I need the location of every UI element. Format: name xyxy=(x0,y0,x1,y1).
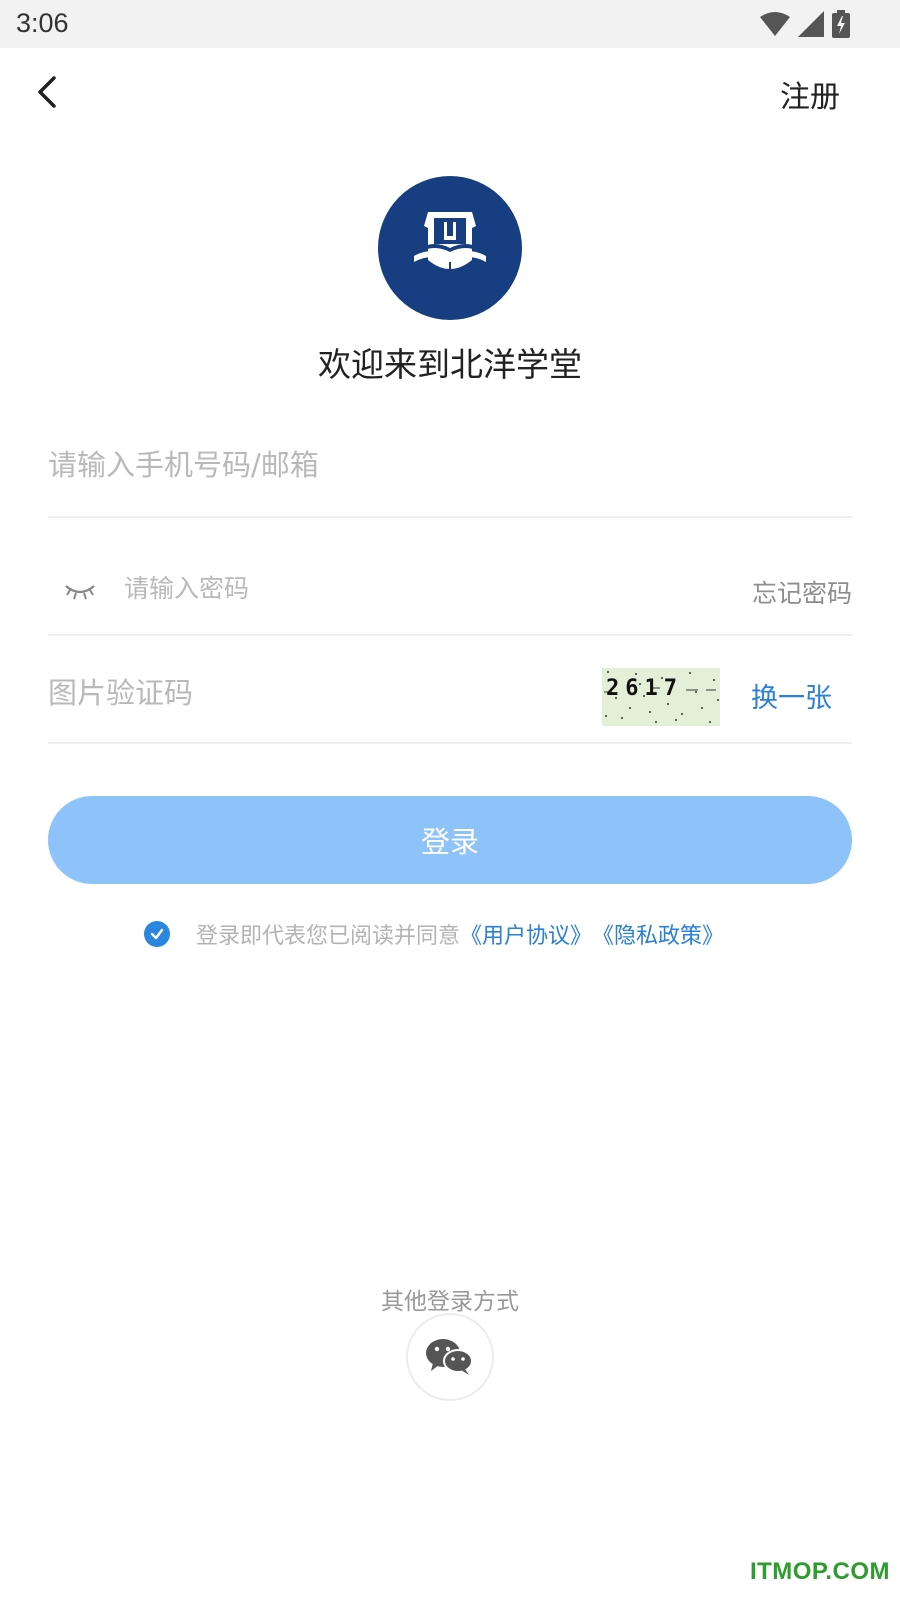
wifi-icon xyxy=(760,12,790,36)
password-input[interactable] xyxy=(124,566,644,610)
status-icons xyxy=(760,9,850,39)
welcome-title: 欢迎来到北洋学堂 xyxy=(318,345,582,384)
school-shield-book-logo xyxy=(414,212,486,278)
chevron-left-icon xyxy=(38,76,56,108)
eye-closed-icon[interactable] xyxy=(64,578,96,600)
phone-email-input[interactable] xyxy=(48,440,852,490)
check-icon xyxy=(150,928,164,940)
app-logo xyxy=(378,176,522,320)
refresh-captcha-link[interactable]: 换一张 xyxy=(751,676,832,715)
captcha-field: 2617 换一张 xyxy=(48,646,852,744)
agreement-checkbox[interactable] xyxy=(144,921,170,947)
password-field: 忘记密码 xyxy=(48,556,852,636)
forgot-password-link[interactable]: 忘记密码 xyxy=(752,574,852,610)
watermark: ITMOP.COM xyxy=(749,1558,890,1585)
login-button[interactable]: 登录 xyxy=(48,796,852,884)
captcha-code: 2617 xyxy=(606,676,683,701)
privacy-policy-link[interactable]: 《隐私政策》 xyxy=(592,918,724,950)
status-bar: 3:06 xyxy=(0,0,900,48)
agreement-row: 登录即代表您已阅读并同意 《用户协议》 《隐私政策》 xyxy=(144,918,724,950)
captcha-image[interactable]: 2617 xyxy=(602,668,720,726)
cell-signal-icon xyxy=(798,11,824,37)
register-link[interactable]: 注册 xyxy=(780,72,840,116)
phone-email-field xyxy=(48,430,852,518)
wechat-icon xyxy=(426,1339,473,1375)
agreement-text: 登录即代表您已阅读并同意 xyxy=(196,924,461,949)
user-agreement-link[interactable]: 《用户协议》 xyxy=(460,918,592,950)
other-login-label: 其他登录方式 xyxy=(381,1289,519,1315)
wechat-login-button[interactable] xyxy=(406,1313,494,1401)
battery-charging-icon xyxy=(832,10,850,38)
captcha-input[interactable] xyxy=(48,668,568,718)
back-button[interactable] xyxy=(28,70,68,114)
status-time: 3:06 xyxy=(16,8,69,38)
